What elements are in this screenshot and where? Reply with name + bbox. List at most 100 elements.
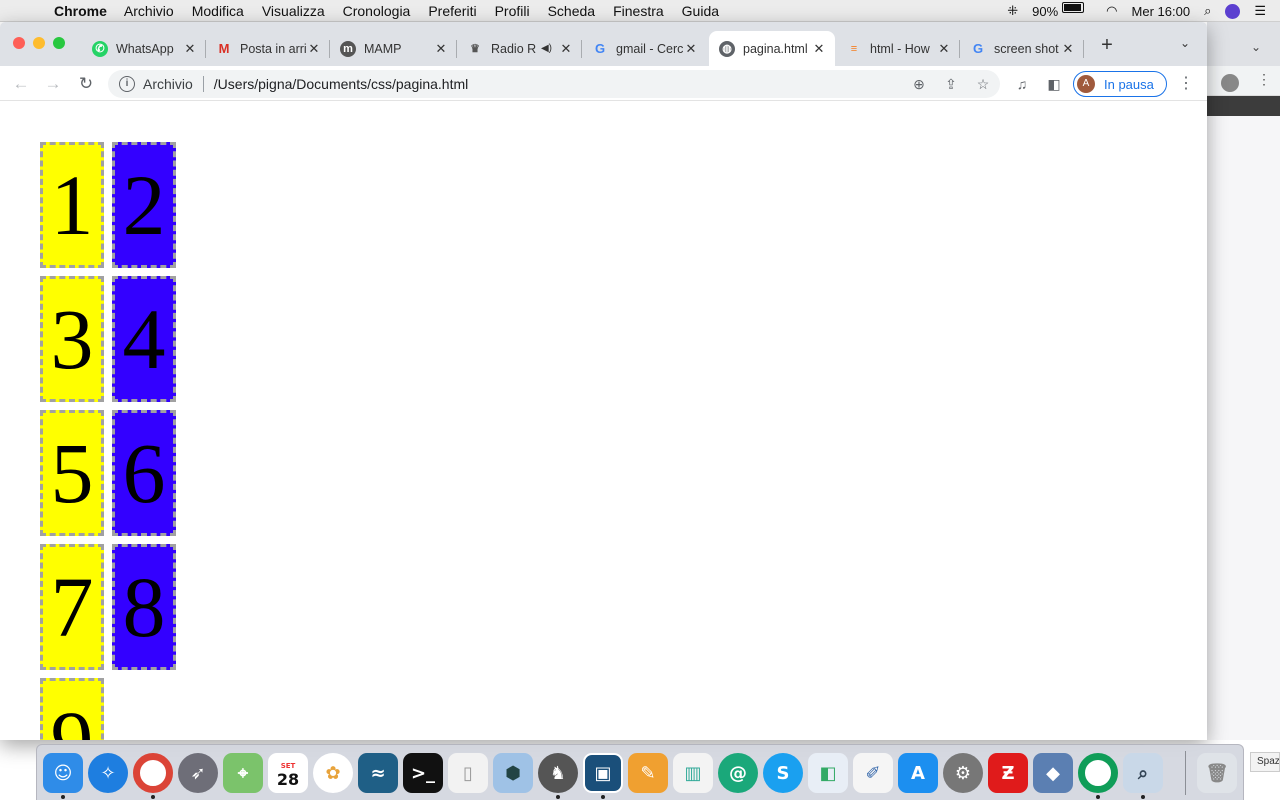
- back-arrow-icon[interactable]: ←: [9, 72, 33, 96]
- tab-separator: [1083, 40, 1084, 58]
- tab-whatsapp[interactable]: ✆ WhatsApp ✕: [82, 31, 206, 66]
- menu-app-name[interactable]: Chrome: [54, 3, 107, 19]
- grid-box-7: 7: [40, 544, 104, 670]
- wifi-icon[interactable]: ◠: [1106, 3, 1117, 19]
- info-icon[interactable]: i: [119, 76, 135, 92]
- menu-scheda[interactable]: Scheda: [548, 3, 595, 19]
- menu-dots-icon: ⋮: [1257, 71, 1271, 87]
- chevron-down-icon: ⌄: [1251, 40, 1262, 54]
- close-tab-icon[interactable]: ✕: [936, 41, 952, 57]
- minimize-window-button[interactable]: [33, 37, 45, 49]
- spotlight-search-icon[interactable]: ⌕: [1204, 3, 1211, 19]
- tab-title: screen shot: [994, 41, 1059, 56]
- safari-icon[interactable]: ✧: [88, 753, 128, 793]
- url-text[interactable]: /Users/pigna/Documents/css/pagina.html: [214, 76, 468, 92]
- sequel-pro-elephant-icon[interactable]: ♞: [538, 753, 578, 793]
- tab-pagina-active[interactable]: ◍ pagina.html ✕: [709, 31, 835, 66]
- launchpad-rocket-icon[interactable]: ➶: [178, 753, 218, 793]
- python-launcher-icon[interactable]: ✐: [853, 753, 893, 793]
- menu-cronologia[interactable]: Cronologia: [343, 3, 411, 19]
- sourcetree-icon[interactable]: ▣: [583, 753, 623, 793]
- system-preferences-gear-icon[interactable]: ⚙: [943, 753, 983, 793]
- 3d-box-icon[interactable]: ⬢: [493, 753, 533, 793]
- bookmark-star-icon[interactable]: ☆: [974, 75, 992, 93]
- trash-icon[interactable]: 🗑: [1197, 753, 1237, 793]
- tab-gmail-inbox[interactable]: M Posta in arrivo ✕: [206, 31, 330, 66]
- tab-search-chevron-icon[interactable]: ⌄: [1175, 36, 1195, 56]
- google-icon: G: [594, 41, 606, 56]
- close-tab-icon[interactable]: ✕: [306, 41, 322, 57]
- photos-icon[interactable]: ✿: [313, 753, 353, 793]
- tab-radio[interactable]: ♛ Radio R ◀) ✕: [457, 31, 582, 66]
- close-tab-icon[interactable]: ✕: [182, 41, 198, 57]
- share-icon[interactable]: ⇪: [942, 75, 960, 93]
- finder-icon[interactable]: ☺: [43, 753, 83, 793]
- close-tab-icon[interactable]: ✕: [683, 41, 699, 57]
- menu-archivio[interactable]: Archivio: [124, 3, 174, 19]
- running-indicator: [1141, 795, 1145, 799]
- menu-modifica[interactable]: Modifica: [192, 3, 244, 19]
- browser-toolbar: ← → ↻ i Archivio /Users/pigna/Documents/…: [0, 66, 1207, 101]
- chrome-window: ✆ WhatsApp ✕ M Posta in arrivo ✕ m MAMP …: [0, 22, 1207, 740]
- fullscreen-window-button[interactable]: [53, 37, 65, 49]
- tab-html-how[interactable]: ≡ html - How ✕: [836, 31, 960, 66]
- preview-icon[interactable]: ⌕: [1123, 753, 1163, 793]
- mysql-workbench-icon[interactable]: ≈: [358, 753, 398, 793]
- tab-mamp[interactable]: m MAMP ✕: [330, 31, 457, 66]
- close-tab-icon[interactable]: ✕: [1060, 41, 1076, 57]
- site-info-chip[interactable]: Archivio: [143, 76, 193, 92]
- reload-icon[interactable]: ↻: [74, 72, 98, 96]
- running-indicator: [556, 795, 560, 799]
- menu-finestra[interactable]: Finestra: [613, 3, 664, 19]
- close-tab-icon[interactable]: ✕: [433, 41, 449, 57]
- numbers-chart-icon[interactable]: ▥: [673, 753, 713, 793]
- battery-status[interactable]: 90%: [1032, 1, 1092, 21]
- terminal-icon[interactable]: >_: [403, 753, 443, 793]
- maps-icon[interactable]: ⌖: [223, 753, 263, 793]
- zoom-icon[interactable]: ⊕: [910, 75, 928, 93]
- at-mail-icon[interactable]: @: [718, 753, 758, 793]
- siri-icon[interactable]: [1225, 3, 1241, 19]
- menu-preferiti[interactable]: Preferiti: [428, 3, 476, 19]
- globe-icon: ◍: [719, 40, 735, 57]
- menu-guida[interactable]: Guida: [682, 3, 719, 19]
- profile-avatar: A: [1077, 75, 1095, 93]
- clock[interactable]: Mer 16:00: [1132, 4, 1191, 19]
- tab-title: WhatsApp: [116, 41, 174, 56]
- tab-gmail-search[interactable]: G gmail - Cerca ✕: [582, 31, 707, 66]
- menu-visualizza[interactable]: Visualizza: [262, 3, 325, 19]
- chrome-icon[interactable]: [133, 753, 173, 793]
- page-content: 1 2 3 4 5 6 7 8 9: [0, 102, 1207, 740]
- pages-icon[interactable]: ✎: [628, 753, 668, 793]
- tab-bar: ✆ WhatsApp ✕ M Posta in arrivo ✕ m MAMP …: [0, 22, 1207, 66]
- chrome-menu-icon[interactable]: ⋮: [1177, 74, 1195, 94]
- side-panel-icon[interactable]: ◧: [1045, 75, 1063, 93]
- tab-screen-shot[interactable]: G screen shot ✕: [960, 31, 1084, 66]
- app-store-icon[interactable]: A: [898, 753, 938, 793]
- forward-arrow-icon[interactable]: →: [41, 72, 65, 96]
- tab-title: gmail - Cerca: [616, 41, 683, 56]
- background-window[interactable]: ⌄ ⋮: [1207, 22, 1280, 740]
- menu-profili[interactable]: Profili: [495, 3, 530, 19]
- grid-box-2: 2: [112, 142, 176, 268]
- new-tab-button[interactable]: +: [1096, 35, 1118, 57]
- grid-box-9: 9: [40, 678, 104, 740]
- close-tab-icon[interactable]: ✕: [811, 41, 827, 57]
- bluetooth-dots-icon[interactable]: ⁜: [1007, 3, 1018, 19]
- menu-bar: Chrome Archivio Modifica Visualizza Cron…: [0, 0, 1280, 22]
- notification-center-icon[interactable]: ☰: [1254, 3, 1266, 19]
- virtualbox-icon[interactable]: ◆: [1033, 753, 1073, 793]
- address-bar[interactable]: i Archivio /Users/pigna/Documents/css/pa…: [108, 70, 1000, 98]
- audio-playing-icon[interactable]: ◀): [541, 43, 552, 54]
- close-window-button[interactable]: [13, 37, 25, 49]
- profile-button[interactable]: A In pausa: [1073, 71, 1167, 97]
- text-file-icon[interactable]: ▯: [448, 753, 488, 793]
- close-tab-icon[interactable]: ✕: [558, 41, 574, 57]
- running-indicator: [61, 795, 65, 799]
- calendar-icon[interactable]: SET 28: [268, 753, 308, 793]
- filezilla-icon[interactable]: Ƶ: [988, 753, 1028, 793]
- skype-icon[interactable]: S: [763, 753, 803, 793]
- media-controls-icon[interactable]: ♫: [1013, 75, 1031, 93]
- keynote-icon[interactable]: ◧: [808, 753, 848, 793]
- chrome-canary-icon[interactable]: [1078, 753, 1118, 793]
